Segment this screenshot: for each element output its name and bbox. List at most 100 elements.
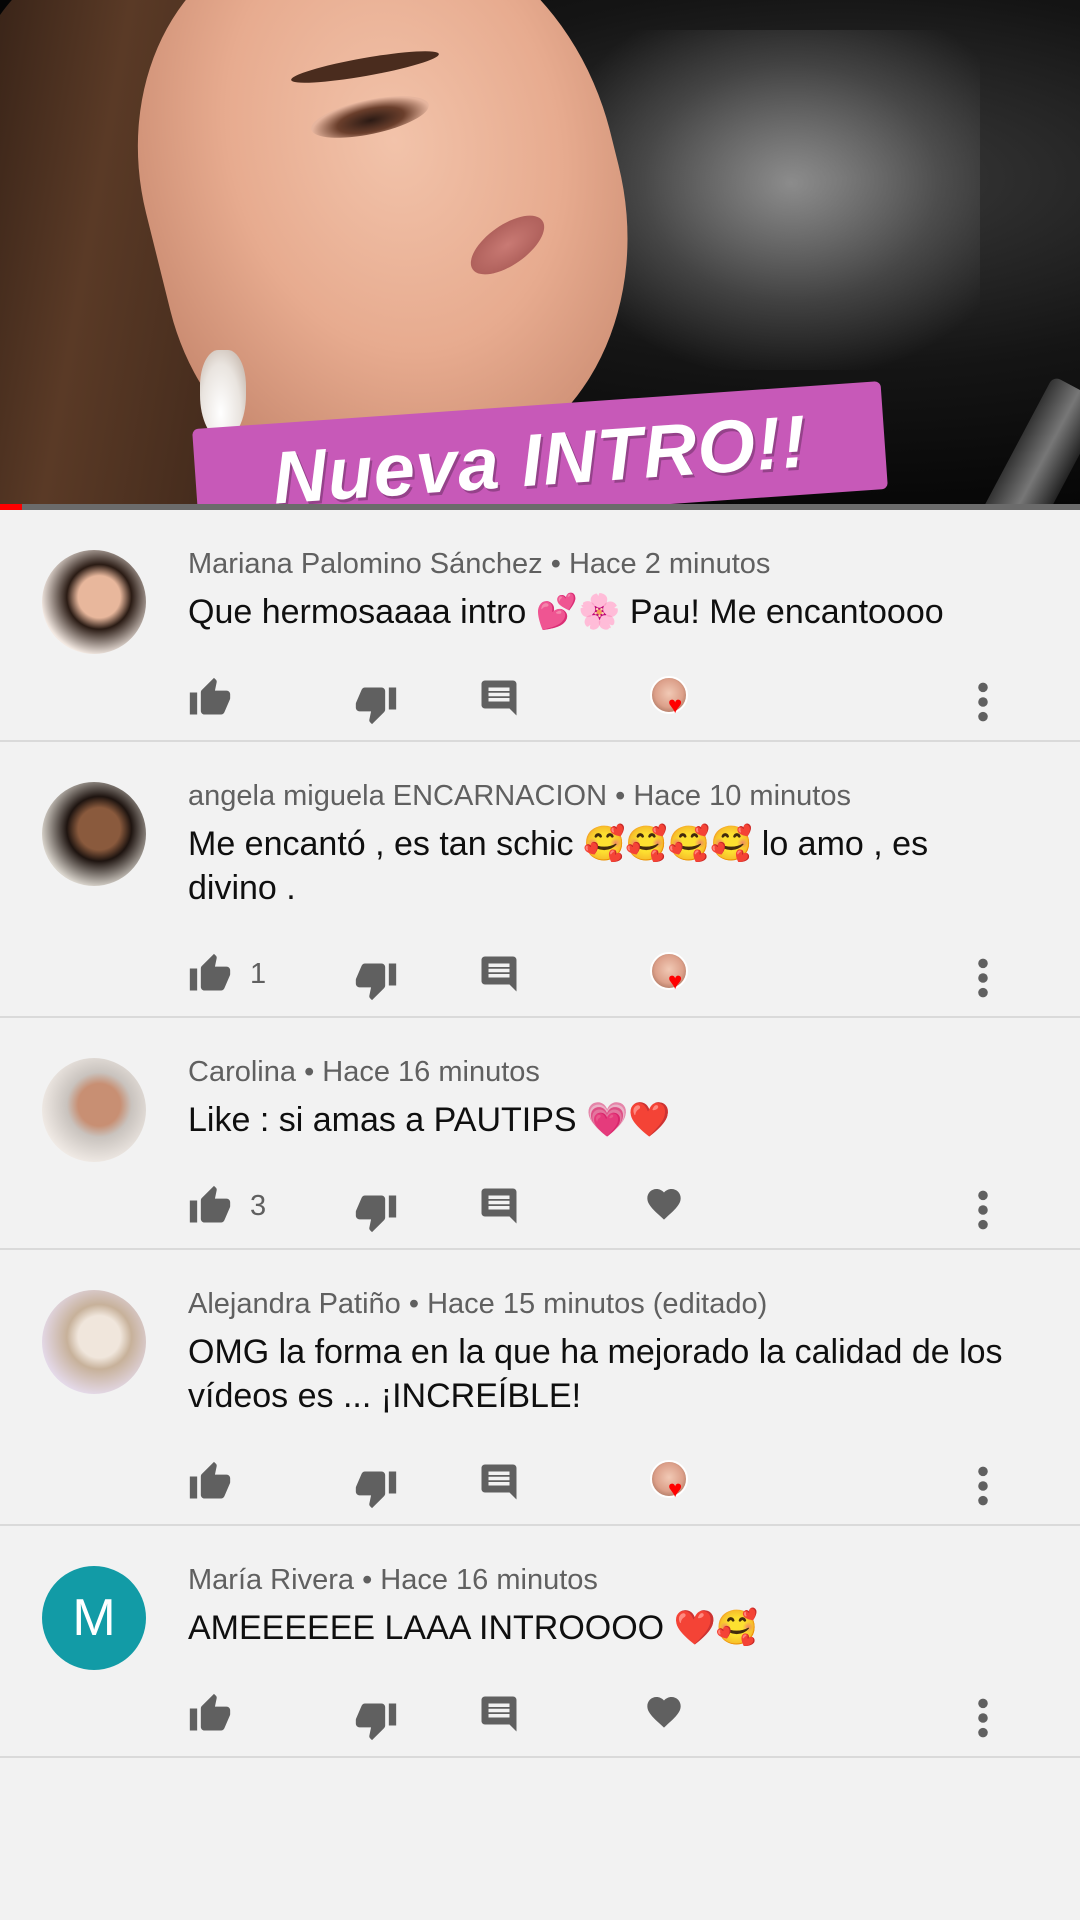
comment-item: Mariana Palomino Sánchez • Hace 2 minuto… — [0, 510, 1080, 742]
like-button[interactable] — [188, 670, 250, 726]
more-vert-icon — [978, 682, 988, 722]
comment-actions: ♥ — [188, 1454, 1020, 1524]
creator-heart-icon: ♥ — [668, 968, 683, 995]
comment-content: angela miguela ENCARNACION • Hace 10 min… — [188, 778, 1080, 1016]
reply-button[interactable] — [478, 1686, 520, 1742]
creator-heart-badge: ♥ — [644, 946, 700, 1002]
thumbs-down-icon — [355, 687, 397, 725]
reply-button[interactable] — [478, 1178, 520, 1234]
like-button[interactable] — [188, 1686, 250, 1742]
comment-author[interactable]: María Rivera — [188, 1564, 354, 1596]
more-vert-icon — [978, 1190, 988, 1230]
heart-button[interactable] — [644, 1184, 684, 1229]
dislike-button[interactable] — [354, 1692, 398, 1748]
like-button[interactable]: 3 — [188, 1178, 266, 1234]
reply-button[interactable] — [478, 1454, 520, 1510]
reply-icon — [481, 1464, 517, 1500]
comment-meta: María Rivera • Hace 16 minutos — [188, 1562, 1020, 1598]
reply-icon — [481, 1696, 517, 1732]
creator-heart-badge: ♥ — [644, 1454, 700, 1510]
avatar[interactable] — [42, 550, 146, 654]
heart-icon — [647, 1697, 681, 1728]
thumbnail-bottle — [973, 375, 1080, 510]
comment-text: Que hermosaaaa intro 💕🌸 Pau! Me encantoo… — [188, 593, 944, 631]
thumbs-up-icon — [189, 1185, 231, 1223]
thumbs-down-icon — [355, 1471, 397, 1509]
dislike-button[interactable] — [354, 676, 398, 732]
reply-button[interactable] — [478, 670, 520, 726]
more-options-button[interactable] — [976, 950, 990, 1006]
more-options-button[interactable] — [976, 674, 990, 730]
comment-meta: angela miguela ENCARNACION • Hace 10 min… — [188, 778, 1020, 814]
reply-button[interactable] — [478, 946, 520, 1002]
avatar[interactable] — [42, 1058, 146, 1162]
like-count: 1 — [250, 957, 267, 990]
thumbs-up-icon — [189, 1693, 231, 1731]
comment-item: angela miguela ENCARNACION • Hace 10 min… — [0, 742, 1080, 1018]
meta-separator: • — [408, 1288, 428, 1320]
comment-meta: Carolina • Hace 16 minutos — [188, 1054, 1020, 1090]
creator-heart-icon: ♥ — [668, 692, 683, 719]
comment-author[interactable]: Carolina — [188, 1056, 296, 1088]
dislike-button[interactable] — [354, 1460, 398, 1516]
like-button[interactable] — [188, 1454, 250, 1510]
comment-meta: Mariana Palomino Sánchez • Hace 2 minuto… — [188, 546, 1020, 582]
comment-time: Hace 2 minutos — [568, 548, 771, 580]
like-count: 3 — [250, 1189, 267, 1222]
heart-icon — [647, 1189, 681, 1220]
reply-icon — [481, 1188, 517, 1224]
avatar-initial: M — [72, 1589, 116, 1647]
meta-separator: • — [304, 1056, 323, 1088]
comment-text: Me encantó , es tan schic 🥰🥰🥰🥰 lo amo , … — [188, 825, 929, 907]
reply-icon — [481, 680, 517, 716]
thumbs-down-icon — [355, 1195, 397, 1233]
like-button[interactable]: 1 — [188, 946, 266, 1002]
comment-actions — [188, 1686, 1020, 1756]
comment-actions: 1 ♥ — [188, 946, 1020, 1016]
comment-text: OMG la forma en la que ha mejorado la ca… — [188, 1333, 1003, 1415]
creator-heart-badge: ♥ — [644, 670, 700, 726]
comment-author[interactable]: Mariana Palomino Sánchez — [188, 548, 543, 580]
meta-separator: • — [362, 1564, 381, 1596]
more-options-button[interactable] — [976, 1182, 990, 1238]
comment-item: Alejandra Patiño • Hace 15 minutos (edit… — [0, 1250, 1080, 1526]
thumbs-down-icon — [355, 963, 397, 1001]
dislike-button[interactable] — [354, 1184, 398, 1240]
more-vert-icon — [978, 958, 988, 998]
thumbs-up-icon — [189, 677, 231, 715]
more-vert-icon — [978, 1698, 988, 1738]
dislike-button[interactable] — [354, 952, 398, 1008]
more-options-button[interactable] — [976, 1690, 990, 1746]
avatar[interactable] — [42, 1290, 146, 1394]
avatar-photo — [42, 550, 146, 654]
video-player[interactable]: Nueva INTRO!! — [0, 0, 1080, 510]
comment-time: Hace 16 minutos — [322, 1056, 540, 1088]
heart-button[interactable] — [644, 1692, 684, 1737]
more-options-button[interactable] — [976, 1458, 990, 1514]
avatar[interactable]: M — [42, 1566, 146, 1670]
comment-item: M María Rivera • Hace 16 minutos AMEEEEE… — [0, 1526, 1080, 1758]
comment-content: Mariana Palomino Sánchez • Hace 2 minuto… — [188, 546, 1080, 740]
comment-text: Like : si amas a PAUTIPS 💗❤️ — [188, 1101, 671, 1139]
avatar[interactable] — [42, 782, 146, 886]
comments-list: Mariana Palomino Sánchez • Hace 2 minuto… — [0, 510, 1080, 1758]
comment-actions: ♥ — [188, 670, 1020, 740]
comment-time: Hace 10 minutos — [633, 780, 851, 812]
comment-author[interactable]: angela miguela ENCARNACION — [188, 780, 607, 812]
more-vert-icon — [978, 1466, 988, 1506]
thumbs-down-icon — [355, 1703, 397, 1741]
comment-content: Alejandra Patiño • Hace 15 minutos (edit… — [188, 1286, 1080, 1524]
meta-separator: • — [615, 780, 634, 812]
thumbs-up-icon — [189, 953, 231, 991]
comment-actions: 3 — [188, 1178, 1020, 1248]
comment-meta: Alejandra Patiño • Hace 15 minutos (edit… — [188, 1286, 1020, 1322]
comment-text: AMEEEEEE LAAA INTROOOO ❤️🥰 — [188, 1609, 759, 1647]
meta-separator: • — [550, 548, 569, 580]
comment-content: Carolina • Hace 16 minutos Like : si ama… — [188, 1054, 1080, 1248]
thumbs-up-icon — [189, 1461, 231, 1499]
comment-author[interactable]: Alejandra Patiño — [188, 1288, 401, 1320]
creator-heart-icon: ♥ — [668, 1476, 683, 1503]
avatar-photo — [42, 1058, 146, 1162]
comment-content: María Rivera • Hace 16 minutos AMEEEEEE … — [188, 1562, 1080, 1756]
reply-icon — [481, 956, 517, 992]
